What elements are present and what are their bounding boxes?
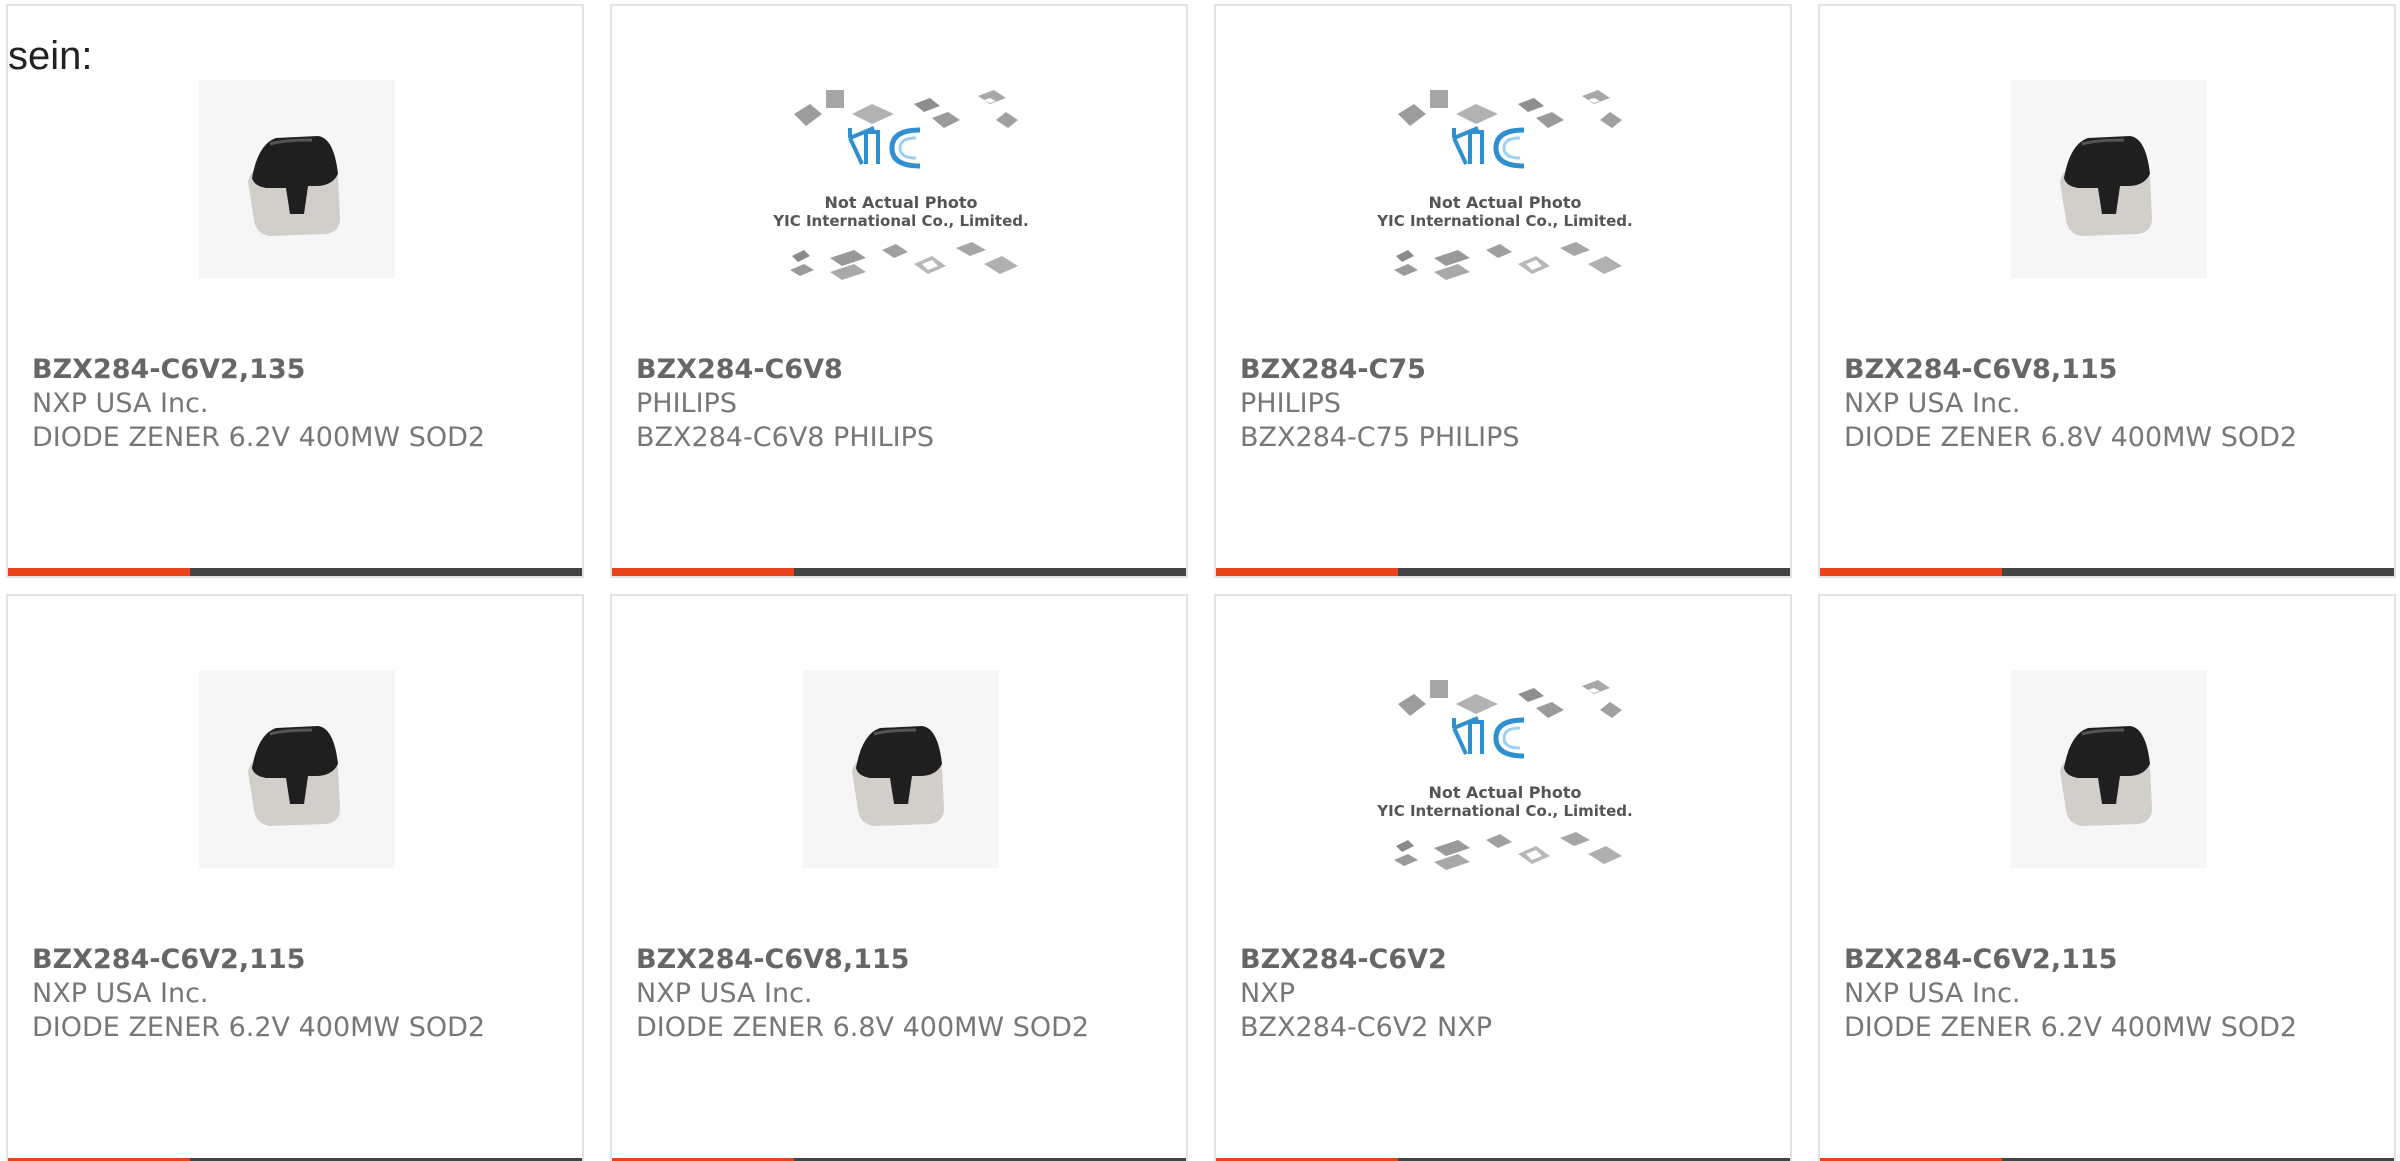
placeholder-line2: YIC International Co., Limited. <box>772 212 1028 230</box>
description: BZX284-C6V8 PHILIPS <box>636 422 935 453</box>
description: BZX284-C75 PHILIPS <box>1240 422 1520 453</box>
part-number-link[interactable]: BZX284-C6V2,135 <box>32 354 305 385</box>
manufacturer: NXP USA Inc. <box>1844 978 2021 1009</box>
not-actual-photo-image: Not Actual Photo YIC International Co., … <box>1376 74 1633 284</box>
part-number-link[interactable]: BZX284-C6V2,115 <box>1844 944 2117 975</box>
product-card[interactable]: BZX284-C6V2,115 NXP USA Inc. DIODE ZENER… <box>1818 594 2396 1161</box>
product-card[interactable]: BZX284-C6V8,115 NXP USA Inc. DIODE ZENER… <box>610 594 1188 1161</box>
diode-photo-image <box>801 668 1001 870</box>
manufacturer: PHILIPS <box>636 388 737 419</box>
placeholder-line1: Not Actual Photo <box>1428 783 1581 802</box>
description: BZX284-C6V2 NXP <box>1240 1012 1493 1043</box>
product-card[interactable]: Not Actual Photo YIC International Co., … <box>1214 594 1792 1161</box>
not-actual-photo-image: Not Actual Photo YIC International Co., … <box>1376 664 1633 874</box>
placeholder-line1: Not Actual Photo <box>824 193 977 212</box>
manufacturer: NXP USA Inc. <box>1844 388 2021 419</box>
product-card[interactable]: BZX284-C6V2,135 NXP USA Inc. DIODE ZENER… <box>6 4 584 578</box>
card-accent-bar <box>612 568 1186 576</box>
manufacturer: PHILIPS <box>1240 388 1341 419</box>
description: DIODE ZENER 6.8V 400MW SOD2 <box>1844 422 2298 453</box>
manufacturer: NXP USA Inc. <box>636 978 813 1009</box>
description: DIODE ZENER 6.2V 400MW SOD2 <box>32 422 486 453</box>
diode-photo-image <box>197 668 397 870</box>
diode-photo-image <box>197 78 397 280</box>
description: DIODE ZENER 6.2V 400MW SOD2 <box>32 1012 486 1043</box>
description: DIODE ZENER 6.8V 400MW SOD2 <box>636 1012 1090 1043</box>
part-number-link[interactable]: BZX284-C6V8,115 <box>636 944 909 975</box>
manufacturer: NXP <box>1240 978 1295 1009</box>
card-accent-bar <box>1216 568 1790 576</box>
product-card[interactable]: BZX284-C6V2,115 NXP USA Inc. DIODE ZENER… <box>6 594 584 1161</box>
placeholder-line1: Not Actual Photo <box>1428 193 1581 212</box>
part-number-link[interactable]: BZX284-C6V8 <box>636 354 843 385</box>
manufacturer: NXP USA Inc. <box>32 978 209 1009</box>
manufacturer: NXP USA Inc. <box>32 388 209 419</box>
product-card[interactable]: Not Actual Photo YIC International Co., … <box>1214 4 1792 578</box>
placeholder-line2: YIC International Co., Limited. <box>1376 212 1632 230</box>
product-card[interactable]: BZX284-C6V8,115 NXP USA Inc. DIODE ZENER… <box>1818 4 2396 578</box>
description: DIODE ZENER 6.2V 400MW SOD2 <box>1844 1012 2298 1043</box>
diode-photo-image <box>2009 78 2209 280</box>
part-number-link[interactable]: BZX284-C6V8,115 <box>1844 354 2117 385</box>
diode-photo-image <box>2009 668 2209 870</box>
card-accent-bar <box>8 568 582 576</box>
part-number-link[interactable]: BZX284-C75 <box>1240 354 1426 385</box>
product-grid-page: sein: BZX284-C6V2,135 NXP USA Inc. DIODE… <box>0 0 2400 1161</box>
intro-text: sein: <box>8 34 93 78</box>
card-accent-bar <box>1820 568 2394 576</box>
not-actual-photo-image: Not Actual Photo YIC International Co., … <box>772 74 1029 284</box>
product-card[interactable]: Not Actual Photo YIC International Co., … <box>610 4 1188 578</box>
placeholder-line2: YIC International Co., Limited. <box>1376 802 1632 820</box>
part-number-link[interactable]: BZX284-C6V2,115 <box>32 944 305 975</box>
part-number-link[interactable]: BZX284-C6V2 <box>1240 944 1447 975</box>
